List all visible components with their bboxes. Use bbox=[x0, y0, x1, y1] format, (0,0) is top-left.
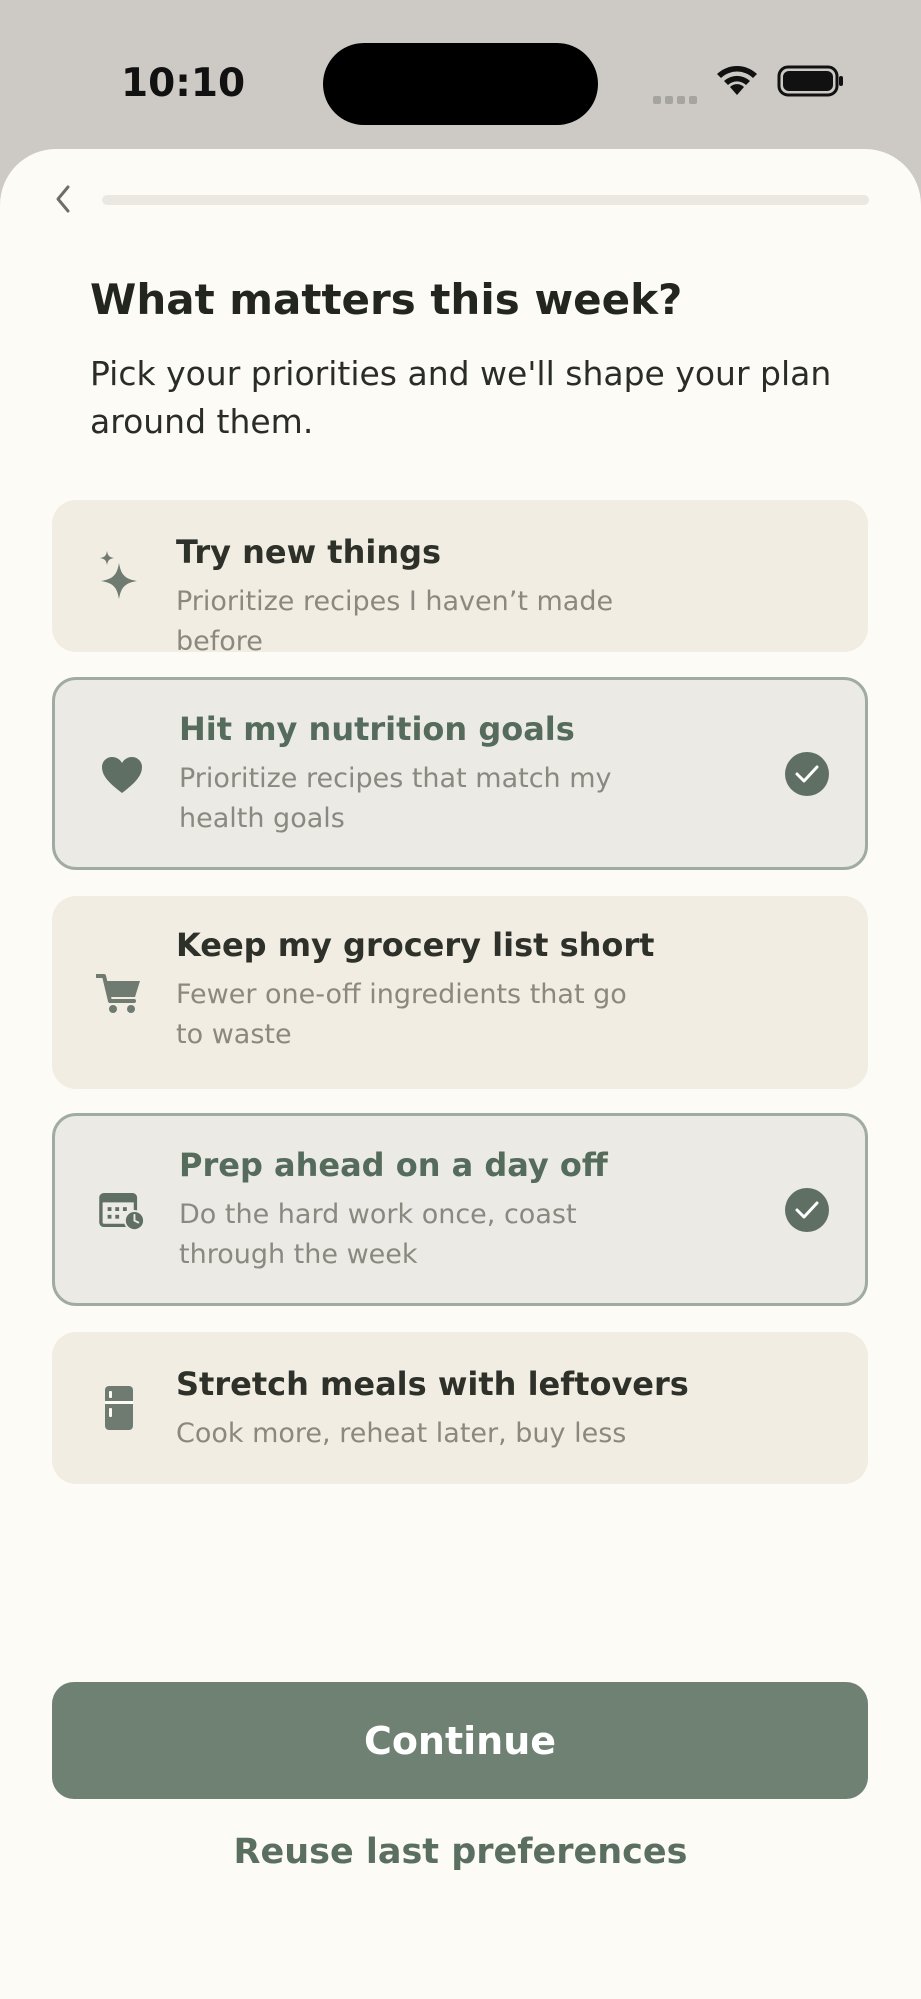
option-try-new-things[interactable]: Try new things Prioritize recipes I have… bbox=[52, 500, 868, 657]
cellular-signal-icon bbox=[653, 89, 701, 108]
option-hit-nutrition-goals[interactable]: Hit my nutrition goals Prioritize recipe… bbox=[52, 677, 868, 870]
progress-bar bbox=[102, 195, 869, 205]
selected-check-icon bbox=[785, 752, 829, 796]
option-description: Fewer one-off ingredients that go to was… bbox=[176, 979, 627, 1050]
option-description: Cook more, reheat later, buy less bbox=[176, 1418, 627, 1449]
heart-icon bbox=[99, 752, 145, 798]
cart-icon bbox=[96, 971, 142, 1017]
onboarding-sheet: What matters this week? Pick your priori… bbox=[0, 149, 921, 1999]
status-bar: 10:10 bbox=[0, 0, 921, 150]
option-prep-ahead[interactable]: Prep ahead on a day off Do the hard work… bbox=[52, 1113, 868, 1306]
wifi-icon bbox=[714, 64, 760, 102]
option-description: Prioritize recipes I haven’t made before bbox=[176, 586, 614, 657]
battery-icon bbox=[777, 65, 845, 101]
option-description: Do the hard work once, coast through the… bbox=[179, 1199, 577, 1270]
option-stretch-meals-leftovers[interactable]: Stretch meals with leftovers Cook more, … bbox=[52, 1332, 868, 1484]
chevron-left-icon bbox=[56, 185, 70, 213]
selected-check-icon bbox=[785, 1188, 829, 1232]
option-description: Prioritize recipes that match my health … bbox=[179, 763, 612, 834]
progress-fill bbox=[102, 195, 869, 205]
dynamic-island bbox=[323, 43, 598, 125]
option-title: Prep ahead on a day off bbox=[179, 1146, 608, 1184]
option-title: Try new things bbox=[176, 533, 442, 571]
status-time: 10:10 bbox=[121, 61, 246, 106]
reuse-last-preferences-link[interactable]: Reuse last preferences bbox=[0, 1832, 921, 1872]
option-keep-grocery-list-short[interactable]: Keep my grocery list short Fewer one-off… bbox=[52, 896, 868, 1089]
fridge-icon bbox=[96, 1385, 142, 1431]
calendar-clock-icon bbox=[99, 1188, 145, 1234]
back-button[interactable] bbox=[46, 182, 80, 216]
option-title: Hit my nutrition goals bbox=[179, 710, 575, 748]
page-title: What matters this week? bbox=[90, 275, 683, 324]
option-title: Keep my grocery list short bbox=[176, 926, 655, 964]
option-title: Stretch meals with leftovers bbox=[176, 1365, 689, 1403]
page-subtitle: Pick your priorities and we'll shape you… bbox=[90, 354, 832, 441]
sparkles-icon bbox=[96, 551, 142, 599]
continue-button[interactable]: Continue bbox=[52, 1682, 868, 1799]
